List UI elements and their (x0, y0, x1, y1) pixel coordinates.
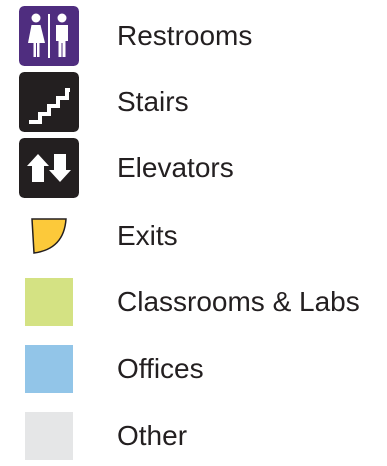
offices-swatch (25, 345, 73, 393)
stairs-icon (19, 72, 79, 132)
elevator-icon-bg (19, 138, 79, 198)
legend-label-elevators: Elevators (117, 152, 234, 183)
legend-label-exits: Exits (117, 220, 178, 251)
legend-label-classrooms: Classrooms & Labs (117, 286, 360, 317)
elevator-icon (19, 138, 79, 198)
offices-symbol (18, 339, 80, 399)
legend-item-classrooms: Classrooms & Labs (0, 272, 387, 332)
classrooms-symbol (18, 272, 80, 332)
legend-item-offices: Offices (0, 339, 387, 399)
stairs-icon-bg (19, 72, 79, 132)
legend-item-exits: Exits (0, 206, 387, 266)
legend-label-stairs: Stairs (117, 86, 189, 117)
exit-icon (31, 218, 67, 254)
legend-item-stairs: Stairs (0, 72, 387, 132)
legend-item-restrooms: Restrooms (0, 6, 387, 66)
legend-label-offices: Offices (117, 353, 204, 384)
stairs-symbol (18, 72, 80, 132)
exit-icon-shape (31, 218, 67, 254)
restroom-icon (19, 6, 79, 66)
other-symbol (18, 406, 80, 466)
exit-symbol (18, 206, 80, 266)
legend-label-restrooms: Restrooms (117, 20, 253, 51)
restroom-symbol (18, 6, 80, 66)
map-legend: Restrooms Stairs Elevators Exits Classro… (0, 0, 387, 460)
classrooms-swatch (25, 278, 73, 326)
legend-item-other: Other (0, 406, 387, 466)
legend-item-elevators: Elevators (0, 138, 387, 198)
legend-label-other: Other (117, 420, 188, 451)
elevator-symbol (18, 138, 80, 198)
other-swatch (25, 412, 73, 460)
